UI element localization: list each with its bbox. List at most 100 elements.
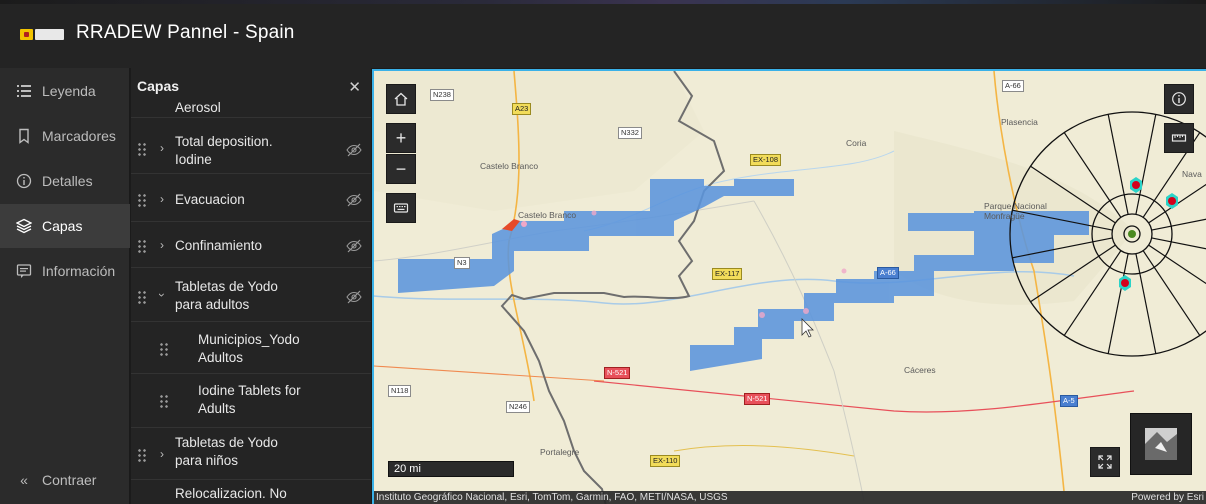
road-shield: EX-117: [712, 268, 743, 280]
road-shield: N-521: [604, 367, 631, 379]
layer-label: Confinamiento: [175, 238, 263, 253]
road-shield: A-66: [877, 267, 899, 279]
layer-item-total-deposition[interactable]: › Total deposition. Iodine: [131, 124, 371, 174]
map-view[interactable]: Castelo Branco Castelo Branco Plasencia …: [372, 69, 1206, 504]
info-button[interactable]: [1164, 84, 1194, 114]
header-top-strip: [0, 0, 1206, 4]
layer-item-iodine-tablets-adults[interactable]: Iodine Tablets for Adults: [131, 376, 371, 428]
rail-item-label: Leyenda: [42, 83, 96, 99]
chevron-right-icon[interactable]: ›: [160, 192, 164, 206]
layers-panel: Capas ✕ Aerosol › Total deposition. Iodin…: [131, 68, 371, 504]
zoom-in-button[interactable]: +: [386, 123, 416, 153]
scale-bar: 20 mi: [388, 461, 514, 477]
home-button[interactable]: [386, 84, 416, 114]
road-shield: A-5: [1060, 395, 1078, 407]
powered-by-link[interactable]: Powered by Esri: [1131, 491, 1204, 504]
road-shield: EX-108: [750, 154, 782, 166]
road-shield: N-521: [744, 393, 771, 405]
layer-label: Total deposition. Iodine: [175, 134, 273, 167]
layer-item-tabletas-adultos[interactable]: › Tabletas de Yodo para adultos: [131, 270, 371, 322]
eye-hidden-icon[interactable]: [346, 143, 362, 157]
rail-item-informacion[interactable]: Información: [0, 249, 130, 293]
legend-icon: [16, 83, 32, 99]
road-shield: N3: [454, 257, 470, 269]
app-header: RRADEW Pannel - Spain: [0, 0, 1206, 68]
rail-item-leyenda[interactable]: Leyenda: [0, 69, 130, 113]
information-panel-icon: [16, 263, 32, 279]
road-shield: N118: [388, 385, 412, 397]
drag-handle-icon[interactable]: [137, 239, 147, 253]
layer-label: Relocalizacion. No: [175, 486, 287, 501]
collapse-label: Contraer: [42, 472, 97, 488]
government-logo: [20, 29, 64, 40]
home-icon: [394, 92, 408, 106]
layer-item-evacuacion[interactable]: › Evacuacion: [131, 178, 371, 222]
layer-label: Tabletas de Yodo para adultos: [175, 279, 278, 312]
chevron-right-icon[interactable]: ›: [160, 447, 164, 461]
place-label: Portalegre: [540, 447, 580, 457]
measure-button[interactable]: [1164, 123, 1194, 153]
eye-hidden-icon[interactable]: [346, 193, 362, 207]
drag-handle-icon[interactable]: [137, 193, 147, 207]
road-shield: N238: [430, 89, 454, 101]
scale-label: 20 mi: [394, 463, 421, 475]
nav-rail: Leyenda Marcadores Detalles Capas Inform…: [0, 68, 130, 504]
road-shield: EX-110: [650, 455, 681, 467]
rail-item-detalles[interactable]: Detalles: [0, 159, 130, 203]
app-title: RRADEW Pannel - Spain: [76, 22, 295, 43]
layer-label: Municipios_Yodo Adultos: [198, 332, 300, 365]
zoom-out-button[interactable]: −: [386, 154, 416, 184]
road-shield: A-66: [1002, 80, 1024, 92]
rail-item-label: Detalles: [42, 173, 93, 189]
rail-item-capas[interactable]: Capas: [0, 204, 130, 248]
road-shield: N332: [618, 127, 642, 139]
chevron-right-icon[interactable]: ›: [160, 141, 164, 155]
place-label: Parque Nacional Monfragüe: [984, 201, 1047, 221]
layers-icon: [16, 218, 32, 234]
drag-handle-icon[interactable]: [159, 394, 169, 408]
basemap-thumbnail-icon: [1145, 428, 1177, 460]
double-chevron-left-icon: «: [20, 472, 28, 488]
plus-icon: +: [395, 127, 407, 148]
chevron-down-icon[interactable]: ›: [155, 293, 169, 297]
eye-hidden-icon[interactable]: [346, 239, 362, 253]
info-icon: [16, 173, 32, 189]
attribution-bar: Instituto Geográfico Nacional, Esri, Tom…: [374, 491, 1206, 504]
close-icon[interactable]: ✕: [348, 78, 361, 96]
layer-label: Tabletas de Yodo para niños: [175, 435, 278, 468]
layer-item-confinamiento[interactable]: › Confinamiento: [131, 224, 371, 268]
layer-label: Evacuacion: [175, 192, 245, 207]
layer-item-relocalizacion[interactable]: Relocalizacion. No: [131, 482, 371, 504]
layer-label: Aerosol: [175, 100, 221, 115]
layer-item-tabletas-ninos[interactable]: › Tabletas de Yodo para niños: [131, 430, 371, 480]
chevron-right-icon[interactable]: ›: [160, 238, 164, 252]
drag-handle-icon[interactable]: [137, 142, 147, 156]
collapse-button[interactable]: « Contraer: [0, 458, 130, 502]
fullscreen-button[interactable]: [1090, 447, 1120, 477]
bookmark-icon: [16, 128, 32, 144]
ruler-icon: [1171, 134, 1187, 142]
layer-item-municipios-yodo-adultos[interactable]: Municipios_Yodo Adultos: [131, 324, 371, 374]
panel-title: Capas: [137, 78, 180, 94]
keyboard-button[interactable]: [386, 193, 416, 223]
layer-item-aerosol[interactable]: Aerosol: [131, 96, 371, 118]
road-shield: A23: [512, 103, 532, 115]
road-shield: N246: [506, 401, 530, 413]
drag-handle-icon[interactable]: [137, 290, 147, 304]
rail-item-marcadores[interactable]: Marcadores: [0, 114, 130, 158]
rail-item-label: Marcadores: [42, 128, 116, 144]
expand-icon: [1098, 455, 1112, 469]
place-label: Castelo Branco: [480, 161, 539, 171]
attribution-text: Instituto Geográfico Nacional, Esri, Tom…: [376, 492, 728, 503]
basemap-toggle[interactable]: [1130, 413, 1192, 475]
basemap: [374, 71, 1206, 504]
place-label: Nava: [1182, 169, 1202, 179]
place-label: Coria: [846, 138, 867, 148]
minus-icon: −: [395, 158, 407, 179]
drag-handle-icon[interactable]: [159, 342, 169, 356]
rail-item-label: Capas: [42, 218, 83, 234]
drag-handle-icon[interactable]: [137, 448, 147, 462]
rail-item-label: Información: [42, 263, 116, 279]
layer-label: Iodine Tablets for Adults: [198, 383, 301, 416]
eye-hidden-icon[interactable]: [346, 290, 362, 304]
